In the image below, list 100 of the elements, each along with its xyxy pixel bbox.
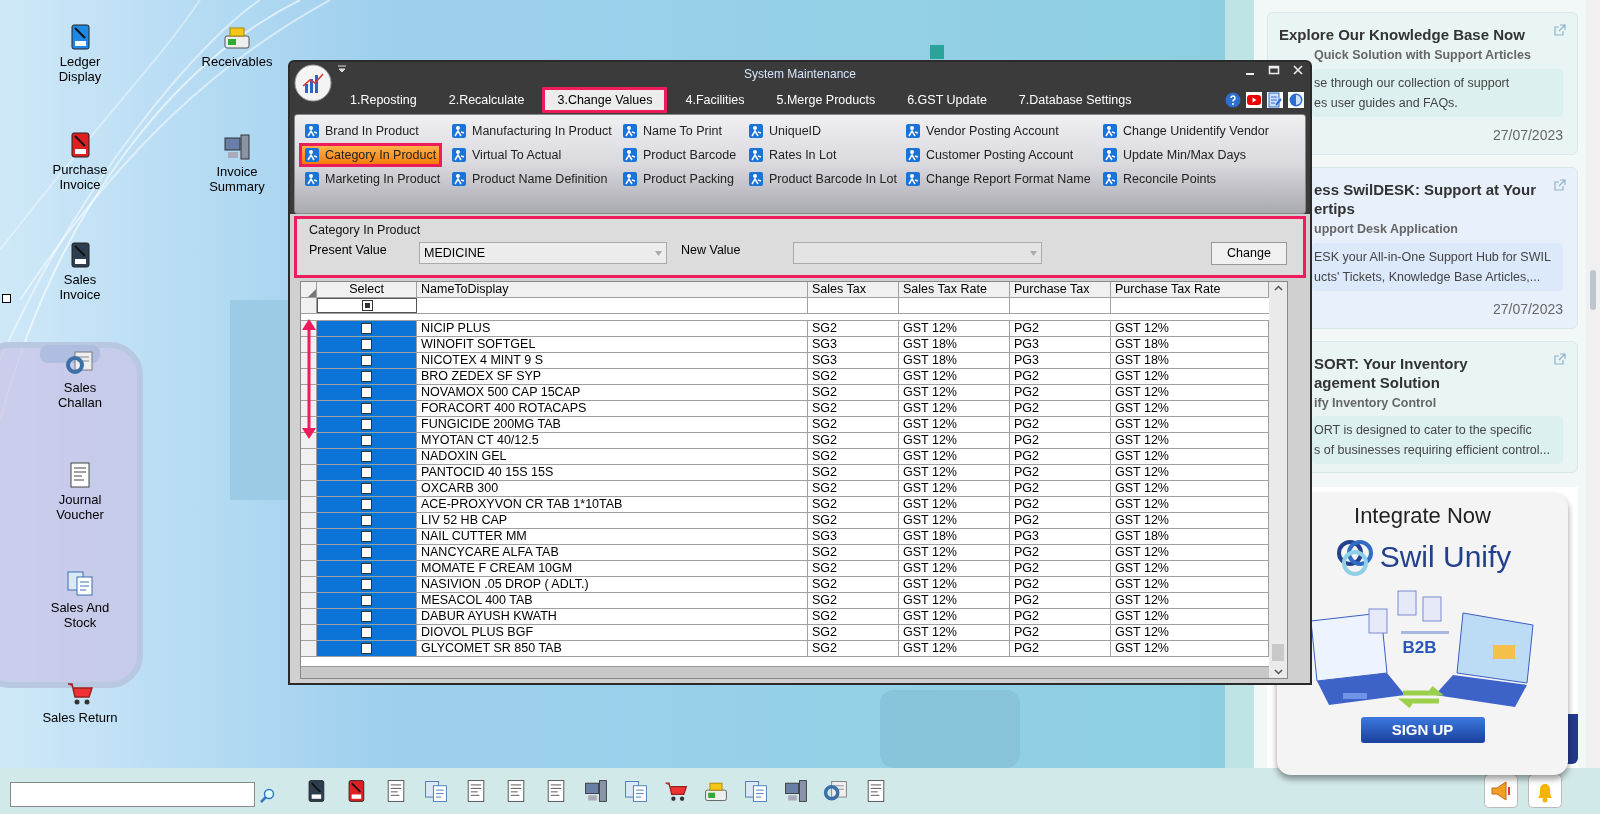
ribbon-item[interactable]: Marketing In Product	[299, 167, 447, 191]
sign-up-button[interactable]: SIGN UP	[1360, 717, 1485, 744]
selection-cell[interactable]	[317, 449, 417, 464]
checkbox[interactable]	[361, 323, 372, 334]
selection-cell[interactable]	[317, 609, 417, 624]
tab[interactable]: 4.Facilities	[671, 87, 759, 113]
selection-cell[interactable]	[317, 593, 417, 608]
ribbon-item[interactable]: Product Packing	[617, 167, 741, 191]
scrollbar-thumb[interactable]	[1272, 644, 1284, 661]
documents-icon[interactable]	[743, 778, 769, 804]
present-value-dropdown[interactable]: MEDICINE	[419, 242, 667, 265]
ribbon-item[interactable]: Manufacturing In Product	[446, 119, 618, 143]
checkbox[interactable]	[361, 355, 372, 366]
checkbox[interactable]	[361, 499, 372, 510]
checkbox[interactable]	[361, 611, 372, 622]
ribbon-item[interactable]: Reconcile Points	[1097, 167, 1223, 191]
ribbon-item[interactable]: UniqueID	[743, 119, 828, 143]
chevron-up-icon[interactable]	[1273, 285, 1283, 291]
ribbon-item[interactable]: Update Min/Max Days	[1097, 143, 1252, 167]
selection-cell[interactable]	[317, 577, 417, 592]
ribbon-item[interactable]: Product Barcode	[617, 143, 743, 167]
checkbox[interactable]	[361, 371, 372, 382]
scrollbar[interactable]	[1586, 0, 1600, 768]
tab[interactable]: 7.Database Settings	[1004, 87, 1146, 113]
selection-cell[interactable]	[317, 545, 417, 560]
ribbon-item[interactable]: Customer Posting Account	[900, 143, 1080, 167]
checkbox[interactable]	[361, 339, 372, 350]
ribbon-item[interactable]: Rates In Lot	[743, 143, 843, 167]
checkbox[interactable]	[361, 595, 372, 606]
info-circle-icon[interactable]	[1288, 92, 1304, 108]
checkbox[interactable]	[361, 300, 373, 311]
checkbox[interactable]	[361, 403, 372, 414]
desktop-icon-label[interactable]: Sales And Stock	[42, 600, 118, 630]
computer-icon[interactable]	[583, 778, 609, 804]
selection-cell[interactable]	[317, 353, 417, 368]
tab[interactable]: 1.Reposting	[336, 87, 431, 113]
tab[interactable]: 3.Change Values	[542, 87, 668, 113]
checkbox[interactable]	[361, 387, 372, 398]
checkbox[interactable]	[361, 483, 372, 494]
ribbon-item[interactable]: Category In Product	[299, 143, 443, 167]
documents-icon[interactable]	[623, 778, 649, 804]
desktop-icon-label[interactable]: Invoice Summary	[199, 164, 275, 194]
notes-icon[interactable]	[1267, 92, 1283, 108]
video-play-icon[interactable]	[1246, 92, 1262, 108]
column-header[interactable]: Select	[317, 282, 417, 297]
ribbon-item[interactable]: Name To Print	[617, 119, 728, 143]
column-header[interactable]: NameToDisplay	[417, 282, 808, 297]
selection-cell[interactable]	[317, 529, 417, 544]
selection-cell[interactable]	[317, 561, 417, 576]
tab[interactable]: 5.Merge Products	[762, 87, 890, 113]
desktop-icon-label[interactable]: Receivables	[201, 54, 273, 69]
checkbox[interactable]	[361, 531, 372, 542]
tab[interactable]: 2.Recalculate	[434, 87, 539, 113]
column-header[interactable]: Purchase Tax	[1010, 282, 1111, 297]
desktop-icon-label[interactable]: Purchase Invoice	[42, 162, 118, 192]
desktop-icon-label[interactable]: Sales Invoice	[42, 272, 118, 302]
selection-cell[interactable]	[317, 465, 417, 480]
documents-icon[interactable]	[423, 778, 449, 804]
ribbon-item[interactable]: Product Name Definition	[446, 167, 614, 191]
column-header[interactable]: Sales Tax Rate	[899, 282, 1010, 297]
checkbox[interactable]	[361, 515, 372, 526]
megaphone-icon[interactable]	[1484, 774, 1518, 808]
checkbox[interactable]	[361, 467, 372, 478]
ribbon-item[interactable]: Change Report Format Name	[900, 167, 1097, 191]
ribbon-item[interactable]: Vendor Posting Account	[900, 119, 1065, 143]
selection-cell[interactable]	[317, 513, 417, 528]
computer-icon[interactable]	[783, 778, 809, 804]
checkbox[interactable]	[361, 451, 372, 462]
checkbox[interactable]	[361, 435, 372, 446]
ribbon-item[interactable]: Virtual To Actual	[446, 143, 568, 167]
close-icon[interactable]	[1292, 64, 1304, 76]
checkbox[interactable]	[361, 579, 372, 590]
dropdown-icon[interactable]	[338, 65, 346, 73]
ribbon-item[interactable]: Brand In Product	[299, 119, 425, 143]
selection-cell[interactable]	[317, 433, 417, 448]
selection-cell[interactable]	[317, 481, 417, 496]
chevron-down-icon[interactable]	[1273, 669, 1283, 675]
selection-cell[interactable]	[317, 497, 417, 512]
change-button[interactable]: Change	[1211, 241, 1287, 265]
selection-cell[interactable]	[317, 385, 417, 400]
computer-icon[interactable]	[222, 132, 252, 162]
selection-cell[interactable]	[317, 401, 417, 416]
checkbox[interactable]	[361, 643, 372, 654]
desktop-icon-label[interactable]: Sales Return	[42, 710, 118, 725]
help-icon[interactable]	[1225, 92, 1241, 108]
filter-cell[interactable]	[317, 298, 417, 313]
search-field[interactable]	[10, 781, 255, 807]
selection-cell[interactable]	[317, 641, 417, 656]
desktop-icon-label[interactable]: Sales Challan	[42, 380, 118, 410]
selection-cell[interactable]	[317, 337, 417, 352]
checkbox[interactable]	[361, 419, 372, 430]
ribbon-item[interactable]: Product Barcode In Lot	[743, 167, 903, 191]
desktop-icon-label[interactable]: Journal Voucher	[42, 492, 118, 522]
selection-cell[interactable]	[317, 369, 417, 384]
selection-cell[interactable]	[317, 417, 417, 432]
selection-cell[interactable]	[317, 625, 417, 640]
checkbox[interactable]	[361, 547, 372, 558]
checkbox[interactable]	[361, 563, 372, 574]
documents-icon[interactable]	[65, 568, 95, 598]
selection-cell[interactable]	[317, 321, 417, 336]
